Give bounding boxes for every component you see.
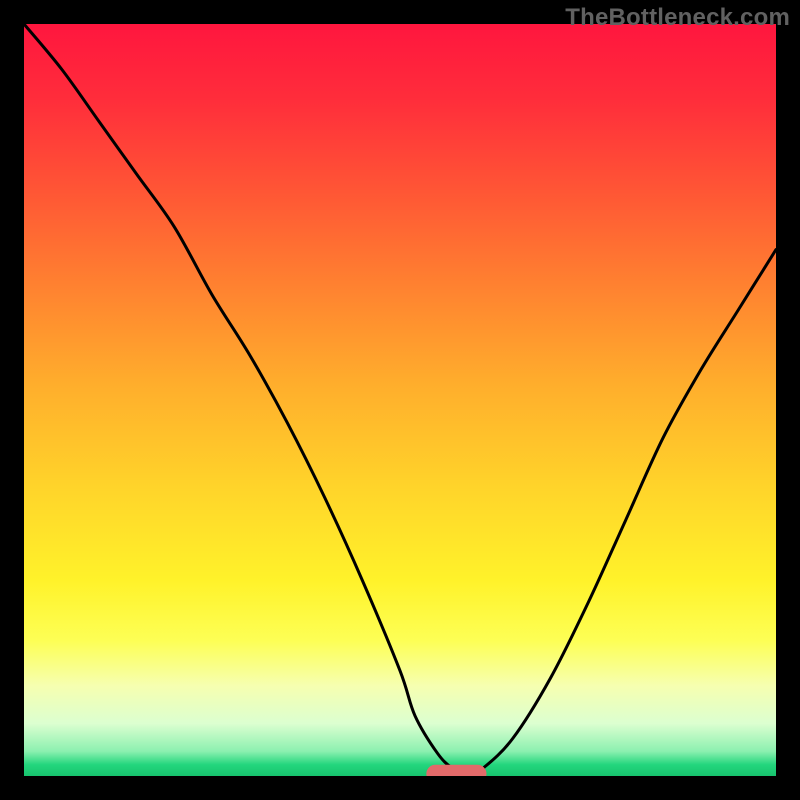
watermark-text: TheBottleneck.com xyxy=(565,4,790,32)
gradient-background xyxy=(24,24,776,776)
chart-container: TheBottleneck.com xyxy=(0,0,800,800)
chart-svg xyxy=(24,24,776,776)
optimal-marker xyxy=(426,765,486,776)
plot-area xyxy=(24,24,776,776)
